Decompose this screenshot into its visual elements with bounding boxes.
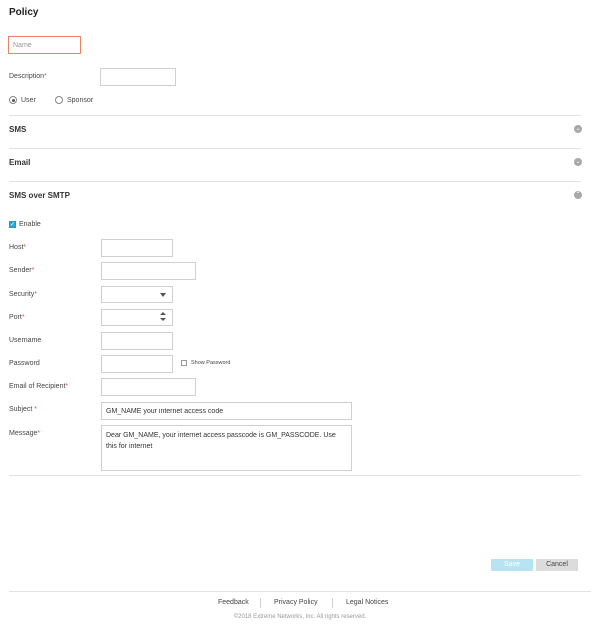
spin-up-icon[interactable] (160, 312, 166, 315)
save-button[interactable]: Save (491, 559, 533, 571)
sender-input[interactable] (101, 262, 196, 280)
feedback-link[interactable]: Feedback (218, 599, 249, 606)
username-input[interactable] (101, 332, 173, 350)
subject-label: Subject * (9, 406, 38, 413)
recipient-input[interactable] (101, 378, 196, 396)
enable-label: Enable (19, 221, 41, 228)
description-input[interactable] (100, 68, 176, 86)
chevron-down-icon[interactable] (160, 293, 166, 297)
copyright: ©2018 Extreme Networks, Inc. All rights … (233, 614, 367, 620)
chevron-up-icon[interactable]: ⌃ (574, 191, 582, 199)
radio-sponsor-label: Sponsor (67, 96, 94, 104)
password-input[interactable] (101, 355, 173, 373)
divider (9, 115, 581, 116)
enable-checkbox[interactable]: ✓ (9, 221, 16, 228)
chevron-down-icon[interactable]: ⌄ (574, 125, 582, 133)
footer-separator (332, 598, 333, 608)
privacy-policy-link[interactable]: Privacy Policy (274, 599, 318, 606)
host-label: Host* (9, 244, 27, 251)
radio-sponsor[interactable]: Sponsor (55, 96, 93, 104)
radio-user[interactable]: User (9, 96, 36, 104)
footer-separator (260, 598, 261, 608)
divider (9, 475, 581, 476)
footer-divider (9, 591, 591, 592)
chevron-down-icon[interactable]: ⌄ (574, 158, 582, 166)
host-input[interactable] (101, 239, 173, 257)
sender-label: Sender* (9, 267, 35, 274)
radio-user-label: User (21, 96, 36, 104)
security-label: Security* (9, 291, 38, 298)
cancel-button[interactable]: Cancel (536, 559, 578, 571)
legal-notices-link[interactable]: Legal Notices (346, 599, 388, 606)
username-label: Username (9, 337, 42, 344)
radio-user-indicator[interactable] (9, 96, 17, 104)
radio-sponsor-indicator[interactable] (55, 96, 63, 104)
message-label: Message* (9, 430, 41, 437)
description-label: Description* (9, 73, 47, 80)
recipient-label: Email of Recipient* (9, 383, 69, 390)
port-label: Port* (9, 314, 25, 321)
section-sms[interactable]: SMS (9, 125, 26, 134)
section-email[interactable]: Email (9, 158, 30, 167)
subject-input[interactable] (101, 402, 352, 420)
password-label: Password (9, 360, 40, 367)
show-password-checkbox[interactable] (181, 360, 187, 366)
spin-down-icon[interactable] (160, 318, 166, 321)
name-input[interactable] (8, 36, 81, 54)
page-title: Policy (9, 7, 39, 18)
section-sms-over-smtp[interactable]: SMS over SMTP (9, 191, 70, 200)
message-textarea[interactable]: Dear GM_NAME, your internet access passc… (101, 425, 352, 471)
show-password-label: Show Password (191, 360, 231, 366)
divider (9, 181, 581, 182)
divider (9, 148, 581, 149)
